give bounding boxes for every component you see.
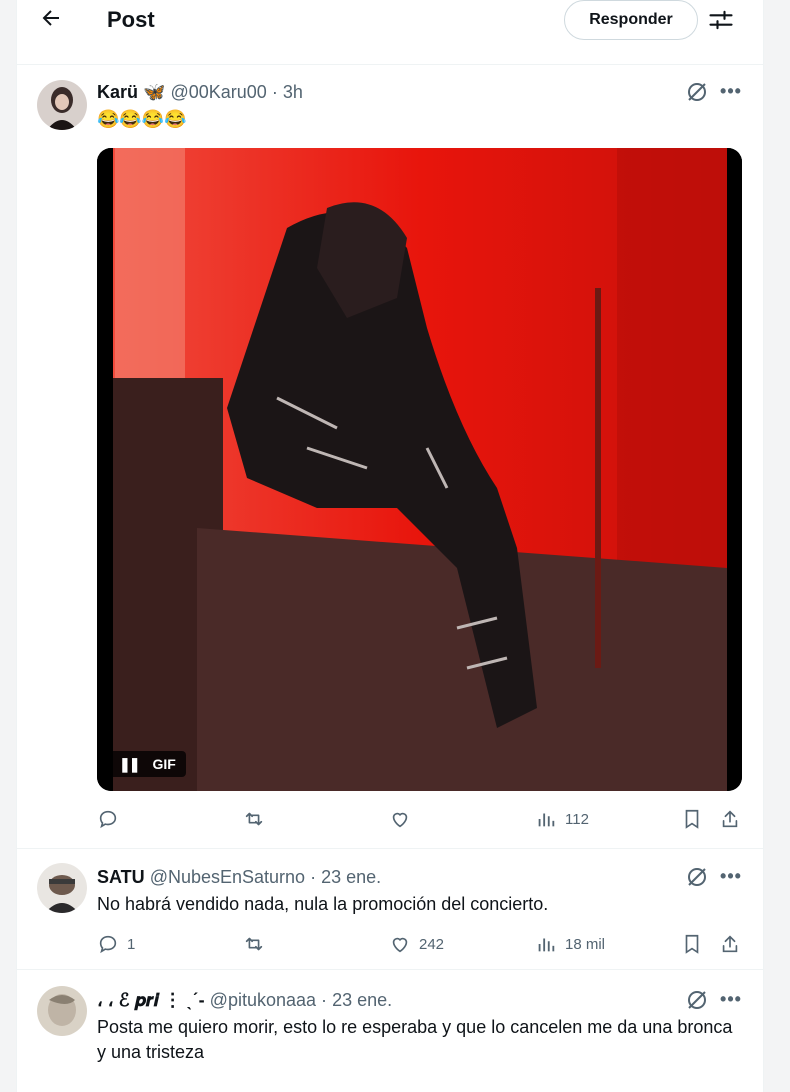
- user-handle[interactable]: @00Karu00: [170, 82, 266, 102]
- reply-post[interactable]: ، ، ℰ 𝒑𝒓𝒊 ⋮ ˎˊ- @pitukonaaa · 23 ene. ••…: [17, 970, 763, 1092]
- more-options-icon[interactable]: •••: [717, 82, 745, 106]
- grok-icon[interactable]: [685, 988, 709, 1012]
- repost-icon: [245, 812, 263, 826]
- reply-count: 1: [127, 935, 136, 953]
- post-header: ، ، ℰ 𝒑𝒓𝒊 ⋮ ˎˊ- @pitukonaaa · 23 ene.: [97, 988, 392, 1012]
- main-post[interactable]: Karü 🦋 @00Karu00 · 3h ••• 😂😂😂😂 ❚❚ GIF 11…: [17, 64, 763, 849]
- arrow-left-icon[interactable]: [37, 6, 65, 34]
- heart-icon: [392, 812, 408, 828]
- gif-badge[interactable]: ❚❚ GIF: [109, 751, 186, 777]
- post-text: No habrá vendido nada, nula la promoción…: [97, 894, 549, 914]
- post-text: Posta me quiero morir, esto lo re espera…: [97, 1017, 733, 1062]
- reply-post[interactable]: SATU @NubesEnSaturno · 23 ene. ••• No ha…: [17, 849, 763, 970]
- sliders-icon[interactable]: [707, 6, 735, 34]
- heart-icon: [392, 937, 408, 953]
- timestamp[interactable]: 23 ene.: [332, 990, 392, 1010]
- user-handle[interactable]: @NubesEnSaturno: [150, 867, 305, 887]
- views-action[interactable]: 18 mil: [535, 931, 605, 957]
- bookmark-icon[interactable]: [681, 806, 703, 832]
- more-options-icon[interactable]: •••: [717, 990, 745, 1014]
- bookmark-icon[interactable]: [681, 931, 703, 957]
- reply-button[interactable]: Responder: [564, 0, 698, 40]
- repost-icon: [245, 937, 263, 951]
- post-media-gif[interactable]: ❚❚ GIF: [97, 148, 742, 791]
- separator: ·: [310, 867, 317, 887]
- timestamp[interactable]: 3h: [283, 82, 303, 102]
- share-icon[interactable]: [719, 806, 741, 832]
- timeline-column: Post Responder Karü 🦋 @00Karu00 · 3h •••…: [16, 0, 764, 1092]
- views-action[interactable]: 112: [535, 806, 589, 832]
- display-name[interactable]: Karü 🦋: [97, 82, 165, 102]
- action-bar: 1 242 18 mil: [97, 931, 745, 957]
- reply-action[interactable]: 1: [97, 931, 135, 957]
- gif-frame: [97, 148, 742, 791]
- repost-action[interactable]: [243, 806, 273, 832]
- like-action[interactable]: 242: [389, 931, 444, 957]
- more-options-icon[interactable]: •••: [717, 867, 745, 891]
- page-title: Post: [107, 7, 155, 32]
- views-icon: [538, 938, 555, 952]
- avatar[interactable]: [37, 863, 87, 913]
- like-count: 242: [419, 935, 445, 953]
- user-handle[interactable]: @pitukonaaa: [210, 990, 316, 1010]
- top-bar: Post Responder: [17, 0, 763, 65]
- reply-action[interactable]: [97, 806, 127, 832]
- view-count: 18 mil: [565, 935, 606, 953]
- reply-icon: [99, 935, 117, 954]
- separator: ·: [271, 82, 278, 102]
- action-bar: 112: [97, 806, 745, 832]
- pause-icon[interactable]: ❚❚: [119, 756, 141, 773]
- timestamp[interactable]: 23 ene.: [321, 867, 381, 887]
- avatar[interactable]: [37, 986, 87, 1036]
- like-action[interactable]: [389, 806, 419, 832]
- grok-icon[interactable]: [685, 80, 709, 104]
- share-icon[interactable]: [719, 931, 741, 957]
- avatar[interactable]: [37, 80, 87, 130]
- repost-action[interactable]: [243, 931, 273, 957]
- reply-icon: [99, 810, 117, 829]
- gif-label: GIF: [152, 756, 176, 772]
- post-header: SATU @NubesEnSaturno · 23 ene.: [97, 865, 381, 889]
- display-name[interactable]: ، ، ℰ 𝒑𝒓𝒊 ⋮ ˎˊ-: [97, 990, 205, 1010]
- views-icon: [538, 813, 555, 827]
- display-name[interactable]: SATU: [97, 867, 145, 887]
- separator: ·: [321, 990, 328, 1010]
- view-count: 112: [565, 810, 589, 828]
- grok-icon[interactable]: [685, 865, 709, 889]
- post-header: Karü 🦋 @00Karu00 · 3h: [97, 80, 303, 104]
- post-text: 😂😂😂😂: [97, 109, 187, 129]
